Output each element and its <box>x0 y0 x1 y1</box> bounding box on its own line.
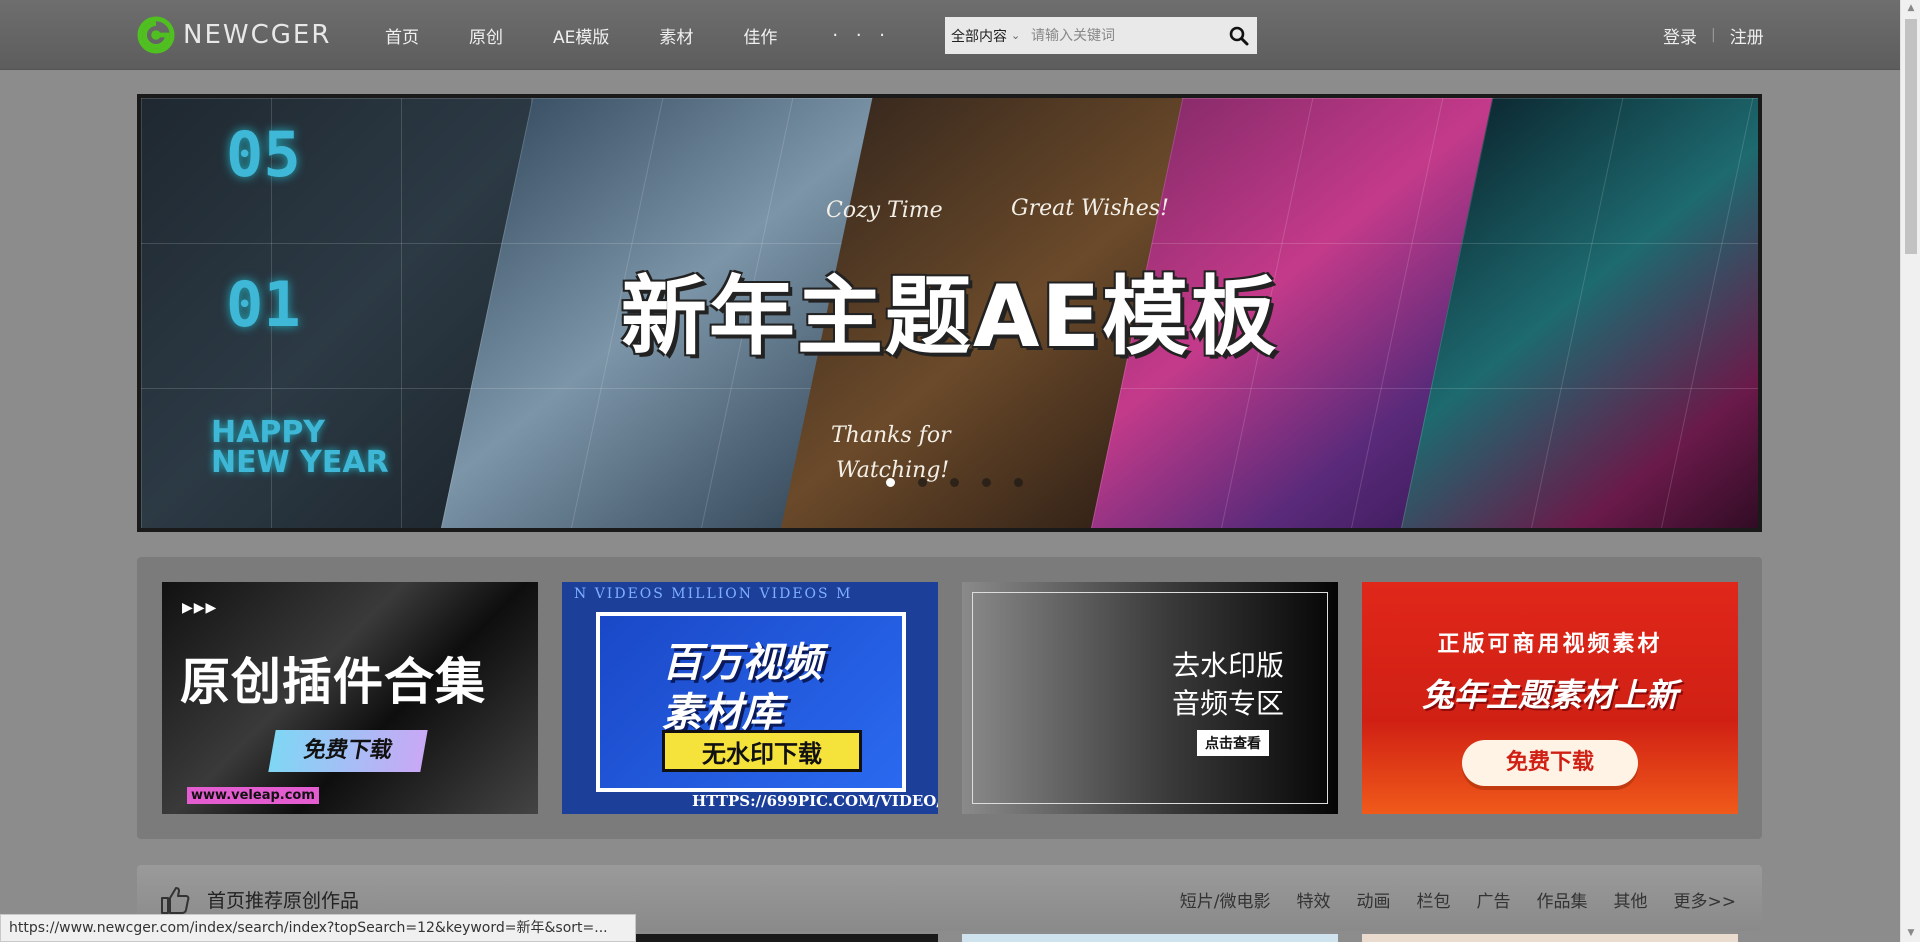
banner-dot-3[interactable] <box>950 478 959 487</box>
promo-card-audio-line2: 音频专区 <box>1172 687 1285 720</box>
search-input[interactable] <box>1027 17 1221 54</box>
promo-card-plugins-url: www.veleap.com <box>187 787 319 804</box>
tab-effects[interactable]: 特效 <box>1297 887 1331 912</box>
nav-materials[interactable]: 素材 <box>659 23 693 48</box>
banner-dot-4[interactable] <box>982 478 991 487</box>
tab-ads[interactable]: 广告 <box>1477 887 1511 912</box>
nav-home[interactable]: 首页 <box>385 23 419 48</box>
search-button[interactable] <box>1221 17 1257 54</box>
promo-card-rabbit-line1: 正版可商用视频素材 <box>1437 632 1663 657</box>
nav-more-icon[interactable]: · · · <box>832 25 891 46</box>
promo-card-rabbit-line2: 兔年主题素材上新 <box>1421 676 1678 714</box>
banner-dot-1[interactable] <box>886 478 895 487</box>
nav-ae-templates[interactable]: AE模版 <box>553 23 609 48</box>
recommend-tabs: 短片/微电影 特效 动画 栏包 广告 作品集 其他 更多>> <box>1154 887 1736 912</box>
promo-card-plugins[interactable]: ▶▶▶ 原创插件合集 免费下载 www.veleap.com <box>162 582 538 814</box>
auth-links: 登录 | 注册 <box>1663 0 1764 70</box>
banner-text-happy-new-year: HAPPY NEW YEAR <box>211 418 389 478</box>
tab-short-film[interactable]: 短片/微电影 <box>1180 887 1271 912</box>
top-header: NEWCGER 首页 原创 AE模版 素材 佳作 · · · 全部内容 ⌄ 登录… <box>0 0 1900 70</box>
promo-card-video-ribbon: 无水印下载 <box>662 730 862 772</box>
banner-pagination <box>886 478 1046 487</box>
promo-card-rabbit-button: 免费下载 <box>1462 740 1638 786</box>
promo-card-plugins-title: 原创插件合集 <box>180 653 486 711</box>
hero-banner[interactable]: 05 01 HAPPY NEW YEAR Cozy Time Great Wis… <box>137 94 1762 532</box>
search-box: 全部内容 ⌄ <box>945 17 1257 54</box>
nav-original[interactable]: 原创 <box>469 23 503 48</box>
banner-text-happy: HAPPY <box>211 415 326 450</box>
tab-animation[interactable]: 动画 <box>1357 887 1391 912</box>
banner-text-05: 05 <box>226 118 301 191</box>
promo-card-plugins-button: 免费下载 <box>268 730 428 772</box>
tab-other[interactable]: 其他 <box>1614 887 1648 912</box>
promo-card-audio-line1: 去水印版 <box>1172 649 1285 682</box>
tab-package[interactable]: 栏包 <box>1417 887 1451 912</box>
banner-text-great: Great Wishes! <box>1011 196 1169 221</box>
tab-more[interactable]: 更多>> <box>1674 887 1737 912</box>
search-category-dropdown[interactable]: 全部内容 ⌄ <box>945 17 1027 54</box>
promo-row: ▶▶▶ 原创插件合集 免费下载 www.veleap.com N VIDEOS … <box>137 557 1762 839</box>
login-link[interactable]: 登录 <box>1663 23 1697 48</box>
recommend-title: 首页推荐原创作品 <box>207 890 360 912</box>
status-bar-url: https://www.newcger.com/index/search/ind… <box>0 914 636 942</box>
thumbs-up-icon <box>161 887 190 914</box>
thumbnail-3[interactable] <box>1362 934 1738 942</box>
logo-text: NEWCGER <box>183 20 332 50</box>
scrollbar-thumb[interactable] <box>1905 19 1917 254</box>
promo-card-audio-button: 点击查看 <box>1197 730 1269 756</box>
banner-dot-2[interactable] <box>918 478 927 487</box>
promo-card-video-library[interactable]: N VIDEOS MILLION VIDEOS M 百万视频 素材库 无水印下载… <box>562 582 938 814</box>
chevron-down-icon: ⌄ <box>1011 29 1021 42</box>
banner-dot-5[interactable] <box>1014 478 1023 487</box>
banner-text-new-year: NEW YEAR <box>211 445 389 480</box>
register-link[interactable]: 注册 <box>1730 23 1764 48</box>
main-nav: 首页 原创 AE模版 素材 佳作 · · · <box>385 0 891 70</box>
tab-portfolio[interactable]: 作品集 <box>1537 887 1588 912</box>
scroll-down-arrow-icon[interactable]: ▼ <box>1901 925 1920 942</box>
banner-title: 新年主题AE模板 <box>620 267 1279 367</box>
promo-card-video-url: HTTPS://699PIC.COM/VIDEO/ <box>692 792 938 810</box>
page-scrollbar[interactable]: ▲ ▼ <box>1900 0 1920 942</box>
thumbnail-2[interactable] <box>962 934 1338 942</box>
nav-masterpieces[interactable]: 佳作 <box>743 23 777 48</box>
search-category-label: 全部内容 <box>951 28 1007 45</box>
arrows-icon: ▶▶▶ <box>182 600 218 616</box>
promo-card-video-top-text: N VIDEOS MILLION VIDEOS M <box>574 586 853 602</box>
promo-card-rabbit-year[interactable]: 正版可商用视频素材 兔年主题素材上新 免费下载 <box>1362 582 1738 814</box>
promo-card-audio[interactable]: 去水印版 音频专区 点击查看 <box>962 582 1338 814</box>
auth-separator: | <box>1711 27 1716 43</box>
logo-icon <box>137 16 175 54</box>
banner-text-thanks: Thanks for <box>831 423 951 448</box>
search-icon <box>1229 26 1249 45</box>
site-logo[interactable]: NEWCGER <box>137 16 331 54</box>
banner-text-cozy: Cozy Time <box>826 198 943 223</box>
scroll-up-arrow-icon[interactable]: ▲ <box>1901 0 1920 17</box>
